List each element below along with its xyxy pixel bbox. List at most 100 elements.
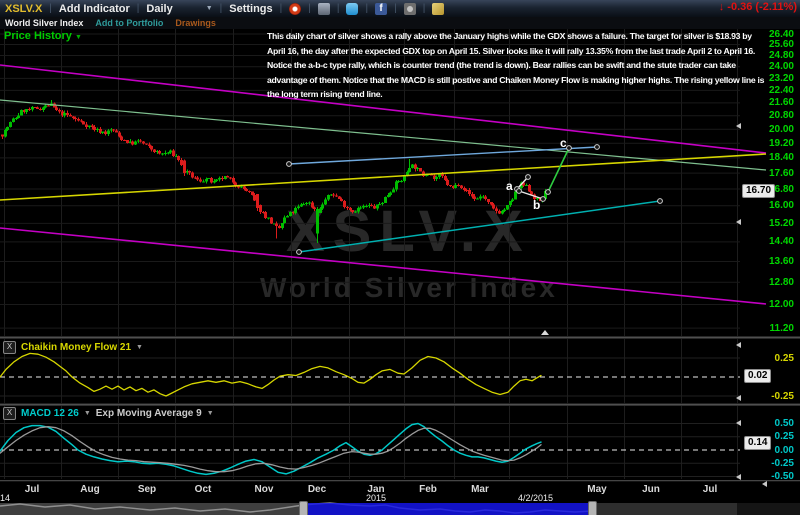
print-icon[interactable] xyxy=(318,3,330,15)
trading-app-window: XSLV.X | Add Indicator | Daily ▼ | Setti… xyxy=(0,0,800,515)
month-label: Oct xyxy=(195,484,212,495)
add-to-portfolio-link[interactable]: Add to Portfolio xyxy=(95,18,163,28)
symbol-name-label: World Silver Index xyxy=(5,18,83,28)
month-label: Feb xyxy=(419,484,437,495)
macd-axis-label: -0.50 xyxy=(744,471,794,482)
alarm-icon[interactable] xyxy=(289,3,301,15)
date-marker-icon xyxy=(541,330,549,335)
ema-panel-title[interactable]: Exp Moving Average 9 xyxy=(96,408,202,419)
toolbar-separator: | xyxy=(423,3,426,14)
last-date-label: 4/2/2015 xyxy=(518,493,553,503)
month-label: Jun xyxy=(642,484,660,495)
price-axis-label: 15.20 xyxy=(744,218,794,229)
month-label: Jul xyxy=(703,484,717,495)
twitter-icon[interactable] xyxy=(346,3,358,15)
down-arrow-icon: ↓ xyxy=(719,1,725,13)
toolbar-separator: | xyxy=(337,3,340,14)
macd-panel-header: X MACD 12 26 ▼ Exp Moving Average 9 ▼ xyxy=(3,407,214,420)
cmf-axis-label: -0.25 xyxy=(744,391,794,402)
scrollbar-right-handle[interactable] xyxy=(588,501,597,515)
chevron-down-icon[interactable]: ▼ xyxy=(206,5,213,12)
cmf-value-box: 0.02 xyxy=(744,369,771,383)
cmf-line xyxy=(0,353,541,396)
price-history-dropdown[interactable]: Price History ▼ xyxy=(4,30,82,42)
macd-close-button[interactable]: X xyxy=(3,407,16,420)
camera-icon[interactable] xyxy=(404,3,416,15)
toolbar-separator: | xyxy=(308,3,311,14)
axis-marker-icon xyxy=(736,342,741,348)
settings-button[interactable]: Settings xyxy=(229,3,272,15)
axis-marker-icon xyxy=(736,219,741,225)
toolbar-separator: | xyxy=(394,3,397,14)
add-indicator-button[interactable]: Add Indicator xyxy=(59,3,130,15)
note-icon[interactable] xyxy=(432,3,444,15)
upper-cyan-line xyxy=(289,147,597,164)
month-label: Jan xyxy=(367,484,384,495)
scrollbar-track-left[interactable] xyxy=(0,503,303,515)
cmf-close-button[interactable]: X xyxy=(3,341,16,354)
month-label: Dec xyxy=(308,484,326,495)
macd-axis-label: -0.25 xyxy=(744,458,794,469)
macd-axis-label: 0.50 xyxy=(744,418,794,429)
price-axis-label: 20.00 xyxy=(744,124,794,135)
axis-marker-icon xyxy=(736,420,741,426)
symbol-info-bar: World Silver Index Add to Portfolio Draw… xyxy=(0,17,800,29)
scrollbar-track-end xyxy=(737,503,800,515)
year-label-2014: 14 xyxy=(0,493,10,503)
month-label: Jul xyxy=(25,484,39,495)
month-label: Nov xyxy=(255,484,274,495)
price-axis-label: 20.80 xyxy=(744,110,794,121)
month-label: May xyxy=(587,484,606,495)
axis-marker-icon xyxy=(736,395,741,401)
watermark-symbol: XSLV.X xyxy=(286,198,531,265)
facebook-icon[interactable] xyxy=(375,3,387,15)
long-term-yellow xyxy=(0,154,766,200)
month-label: Sep xyxy=(138,484,156,495)
chevron-down-icon[interactable]: ▼ xyxy=(84,410,91,417)
chart-note-text: This daily chart of silver shows a rally… xyxy=(267,29,769,102)
price-change-badge: ↓ -0.36 (-2.11%) xyxy=(719,1,797,13)
wave-a-segment xyxy=(517,177,528,189)
chevron-down-icon: ▼ xyxy=(75,34,82,41)
month-label: Aug xyxy=(80,484,99,495)
macd-panel-title[interactable]: MACD 12 26 xyxy=(21,408,79,419)
price-axis-label: 12.80 xyxy=(744,277,794,288)
cmf-axis-label: 0.25 xyxy=(744,353,794,364)
scrollbar-selected-range[interactable] xyxy=(303,503,592,515)
chevron-down-icon[interactable]: ▼ xyxy=(207,410,214,417)
price-axis-label: 18.40 xyxy=(744,152,794,163)
symbol-button[interactable]: XSLV.X xyxy=(5,3,42,15)
toolbar-separator: | xyxy=(280,3,283,14)
wave-label-b[interactable]: b xyxy=(533,198,540,212)
price-axis-label: 17.60 xyxy=(744,168,794,179)
wave-label-c[interactable]: c xyxy=(560,136,567,150)
price-change-text: -0.36 (-2.11%) xyxy=(727,1,797,13)
scrollbar-left-handle[interactable] xyxy=(299,501,308,515)
projection-green-line xyxy=(548,148,569,192)
resistance-seafoam xyxy=(0,100,766,170)
scrollbar-track-right[interactable] xyxy=(592,503,737,515)
wave-label-a[interactable]: a xyxy=(506,179,513,193)
price-axis-label: 19.20 xyxy=(744,138,794,149)
toolbar-separator: | xyxy=(137,3,140,14)
cmf-panel-header: X Chaikin Money Flow 21 ▼ xyxy=(3,341,143,354)
price-axis-label: 12.00 xyxy=(744,299,794,310)
price-axis-label: 11.20 xyxy=(744,323,794,334)
macd-line xyxy=(0,424,541,475)
toolbar-separator: | xyxy=(49,3,52,14)
main-toolbar: XSLV.X | Add Indicator | Daily ▼ | Setti… xyxy=(0,0,800,17)
chevron-down-icon[interactable]: ▼ xyxy=(136,344,143,351)
toolbar-separator: | xyxy=(220,3,223,14)
axis-marker-icon xyxy=(736,123,741,129)
timeframe-dropdown[interactable]: Daily xyxy=(146,3,172,15)
toolbar-separator: | xyxy=(365,3,368,14)
price-axis-label: 16.00 xyxy=(744,200,794,211)
macd-value-box: 0.14 xyxy=(744,436,771,450)
price-axis-label: 13.60 xyxy=(744,256,794,267)
drawings-link[interactable]: Drawings xyxy=(175,18,216,28)
month-label: Mar xyxy=(471,484,489,495)
cmf-panel-title[interactable]: Chaikin Money Flow 21 xyxy=(21,342,131,353)
price-axis-label: 14.40 xyxy=(744,236,794,247)
last-price-box: 16.70 xyxy=(742,184,775,198)
macd-signal-line xyxy=(0,427,541,472)
